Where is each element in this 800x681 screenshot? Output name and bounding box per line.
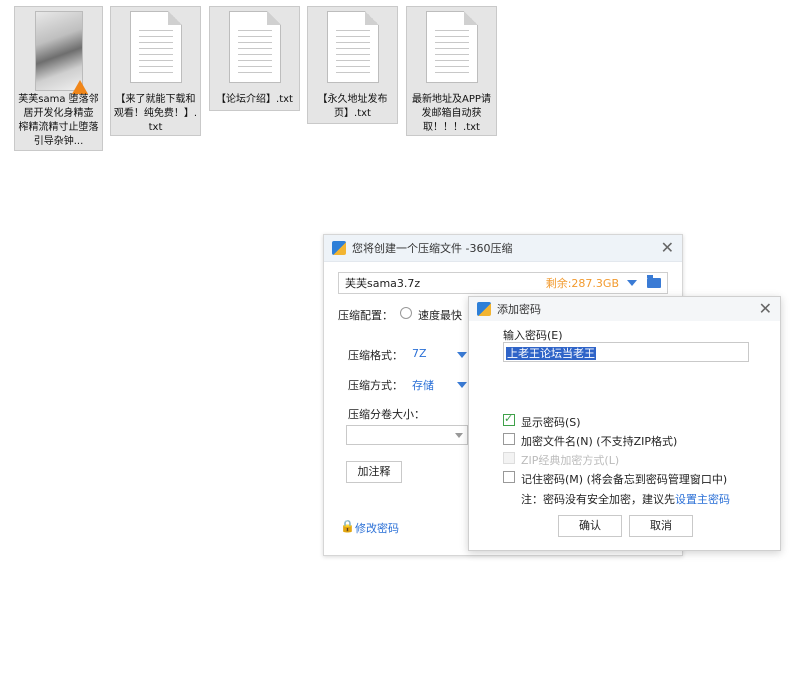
split-size-label: 压缩分卷大小： [348,408,425,421]
security-note: 注：密码没有安全加密，建议先设置主密码 [521,491,730,507]
360zip-logo-icon [332,241,346,255]
text-file-icon [129,11,182,83]
archive-filename[interactable]: 芙芙sama3.7z [345,275,546,291]
text-file-icon [326,11,379,83]
password-input-label: 输入密码(E) [503,329,563,342]
split-size-select[interactable] [346,425,468,445]
file-name: 芙芙sama 堕落邻居开发化身精壶 榨精流精寸止堕落引导杂钟... [18,94,99,147]
zip-classic-checkbox [503,452,515,464]
video-thumbnail [34,11,88,94]
360zip-logo-icon [477,302,491,316]
password-dialog-titlebar: 添加密码 ✕ [469,297,780,321]
change-password-link[interactable]: 修改密码 [355,520,399,536]
file-icon-txt[interactable]: 最新地址及APP请发邮箱自动获取！！！.txt [406,6,497,136]
compress-dialog-titlebar: 您将创建一个压缩文件 -360压缩 ✕ [324,235,682,262]
file-name: 【永久地址发布页】.txt [317,94,388,119]
show-password-label[interactable]: 显示密码(S) [521,414,581,430]
free-space-label: 剩余:287.3GB [545,277,619,290]
security-note-text: 注：密码没有安全加密，建议先 [521,493,675,506]
text-file-icon [425,11,478,83]
chevron-down-icon[interactable] [457,352,467,358]
close-icon[interactable]: ✕ [661,240,674,256]
file-icon-txt[interactable]: 【永久地址发布页】.txt [307,6,398,124]
ok-button[interactable]: 确认 [558,515,622,537]
encrypt-filenames-label[interactable]: 加密文件名(N) (不支持ZIP格式) [521,433,677,449]
method-label: 压缩方式： [348,379,403,392]
compress-dialog-title: 您将创建一个压缩文件 -360压缩 [352,242,513,255]
file-name: 【来了就能下载和观看！纯免费！】.txt [113,94,198,133]
password-dialog-title: 添加密码 [497,303,541,316]
zip-classic-label: ZIP经典加密方式(L) [521,454,620,467]
format-select[interactable]: 7Z [412,347,427,360]
set-master-password-link[interactable]: 设置主密码 [675,493,730,506]
radio-speed-fastest-label[interactable]: 速度最快 [418,307,462,323]
archive-path-field[interactable]: 芙芙sama3.7z 剩余:287.3GB [338,272,668,294]
file-icon-txt[interactable]: 【来了就能下载和观看！纯免费！】.txt [110,6,201,136]
remember-password-label[interactable]: 记住密码(M) (将会备忘到密码管理窗口中) [521,471,727,487]
add-password-dialog: 添加密码 ✕ 输入密码(E) 上老王论坛当老王 显示密码(S) 加密文件名(N)… [468,296,781,551]
file-name: 【论坛介绍】.txt [216,94,293,105]
add-comment-button[interactable]: 加注释 [346,461,402,483]
show-password-checkbox[interactable] [503,412,515,426]
password-input[interactable]: 上老王论坛当老王 [503,342,749,362]
close-icon[interactable]: ✕ [759,301,772,317]
text-file-icon [228,11,281,83]
radio-speed-fastest[interactable] [400,307,412,319]
format-label: 压缩格式： [348,349,403,362]
encrypt-filenames-checkbox[interactable] [503,433,515,445]
file-name: 最新地址及APP请发邮箱自动获取！！！.txt [412,94,491,133]
password-input-value[interactable]: 上老王论坛当老王 [506,347,596,360]
chevron-down-icon[interactable] [627,280,637,286]
file-icon-txt[interactable]: 【论坛介绍】.txt [209,6,300,111]
chevron-down-icon[interactable] [455,433,463,438]
method-select[interactable]: 存储 [412,377,434,393]
lock-icon: 🔒 [340,519,355,533]
cancel-button[interactable]: 取消 [629,515,693,537]
vlc-cone-icon [71,80,88,94]
chevron-down-icon[interactable] [457,382,467,388]
remember-password-checkbox[interactable] [503,471,515,483]
config-label: 压缩配置： [338,309,393,322]
file-icon-video[interactable]: 芙芙sama 堕落邻居开发化身精壶 榨精流精寸止堕落引导杂钟... [14,6,103,151]
folder-icon[interactable] [647,275,661,288]
